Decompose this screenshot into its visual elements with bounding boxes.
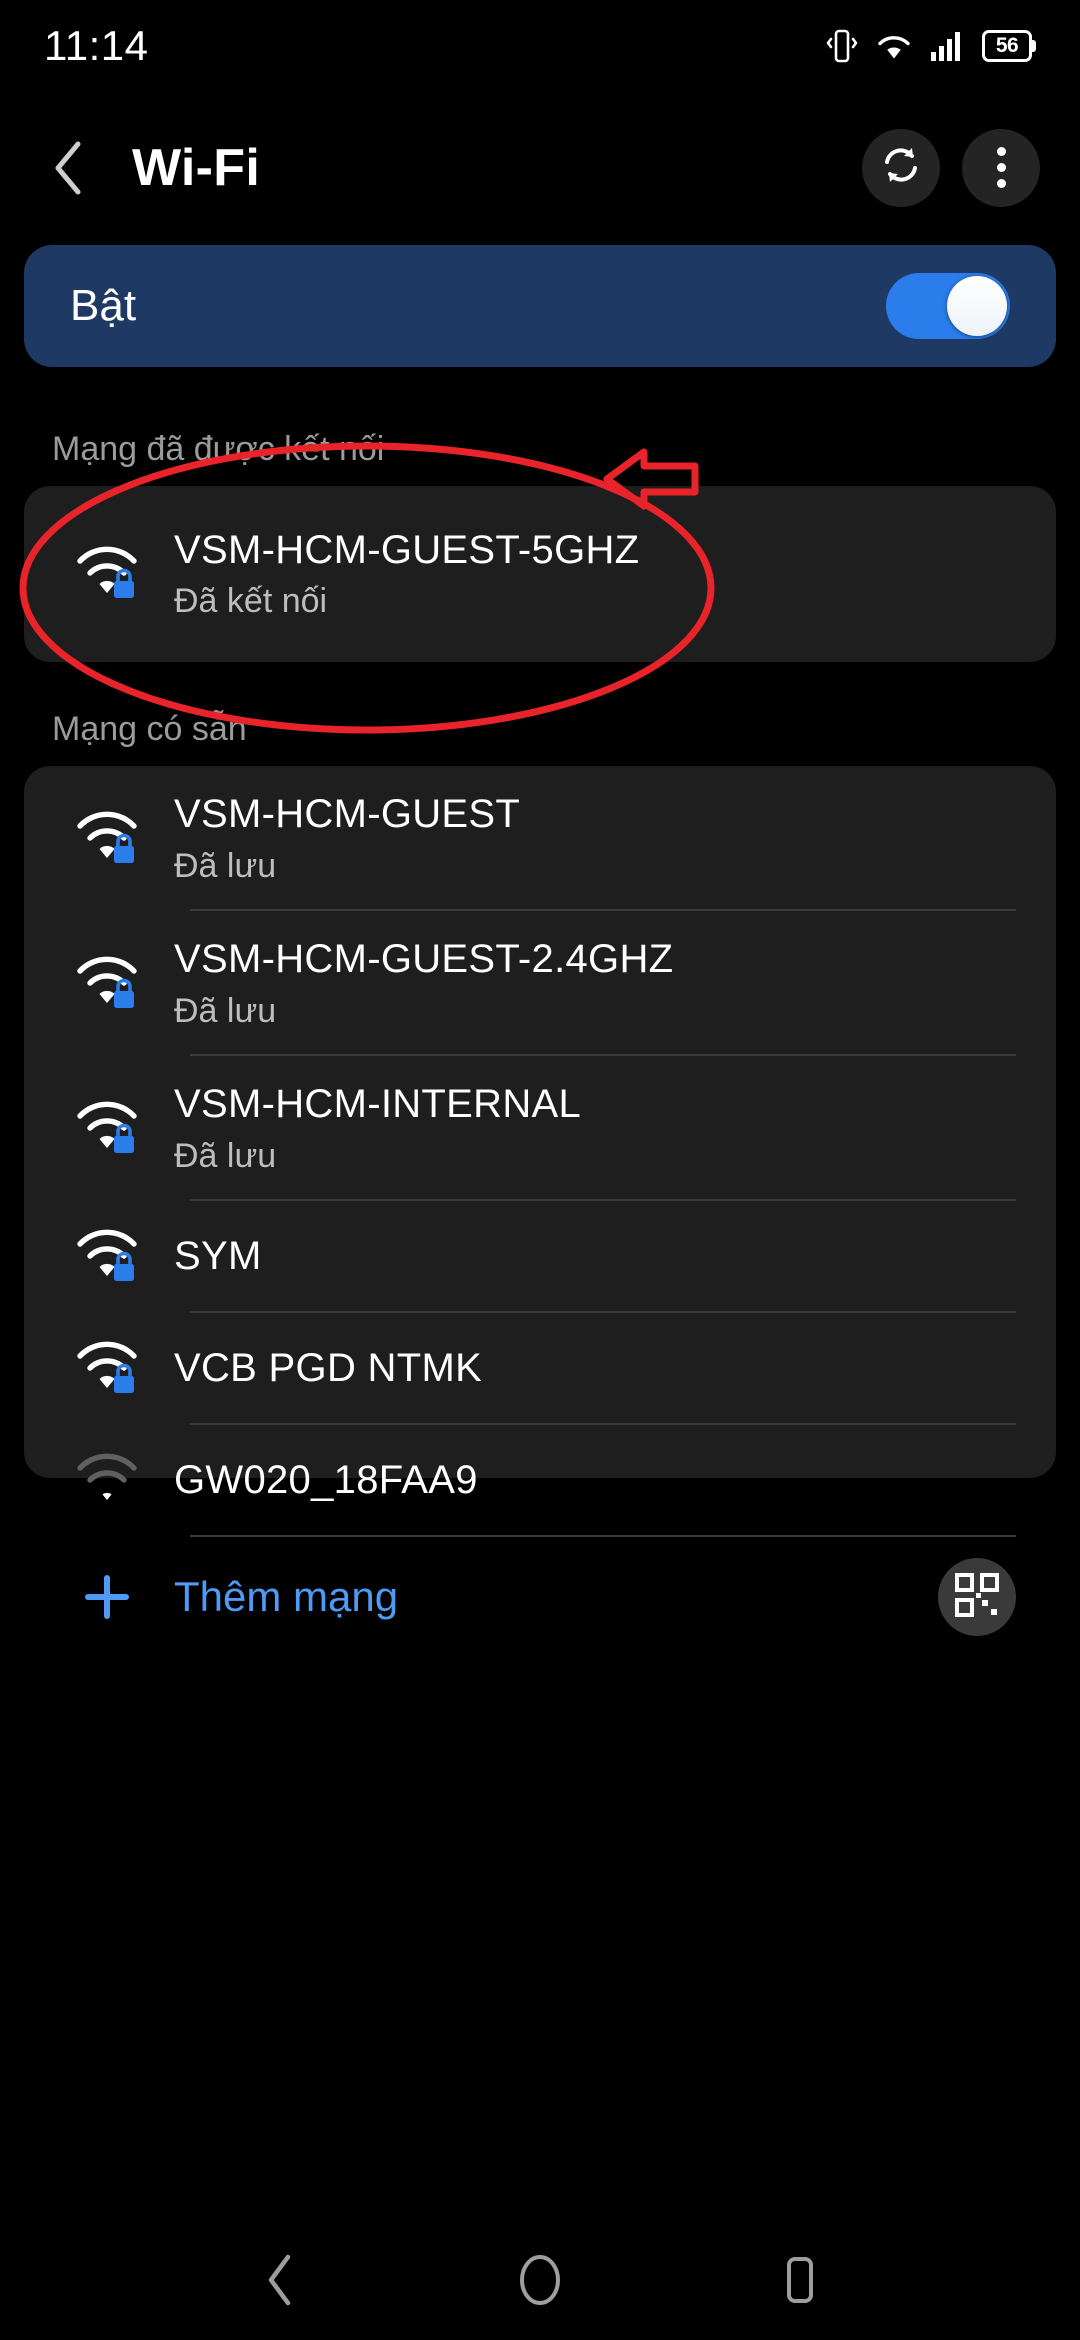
connected-network-status: Đã kết nối — [174, 582, 328, 621]
network-list-item[interactable]: VSM-HCM-INTERNAL Đã lưu — [24, 1056, 1056, 1201]
refresh-icon — [878, 142, 924, 193]
wifi-toggle-knob — [947, 276, 1007, 336]
connected-network-ssid: VSM-HCM-GUEST-5GHZ — [174, 527, 640, 572]
status-bar: 11:14 56 — [0, 0, 1080, 92]
network-item-status: Đã lưu — [174, 1136, 277, 1175]
page-title: Wi-Fi — [132, 138, 261, 197]
network-item-text: VSM-HCM-INTERNAL Đã lưu — [174, 1081, 581, 1175]
network-item-text: SYM — [174, 1233, 262, 1280]
network-item-status: Đã lưu — [174, 846, 277, 885]
cellular-signal-icon — [930, 30, 966, 62]
network-item-ssid: SYM — [174, 1234, 262, 1279]
add-network-row[interactable]: Thêm mạng — [24, 1537, 1056, 1657]
connected-network-card: VSM-HCM-GUEST-5GHZ Đã kết nối — [24, 486, 1056, 662]
qr-code-icon — [954, 1572, 1000, 1623]
wifi-secured-icon — [68, 945, 146, 1023]
network-item-ssid: VSM-HCM-GUEST — [174, 792, 521, 837]
overflow-menu-button[interactable] — [962, 128, 1040, 207]
network-item-ssid: VSM-HCM-GUEST-2.4GHZ — [174, 937, 674, 982]
connected-network-text: VSM-HCM-GUEST-5GHZ Đã kết nối — [174, 527, 639, 621]
status-bar-clock: 11:14 — [44, 22, 149, 69]
network-item-status: Đã lưu — [174, 991, 277, 1030]
network-item-text: VSM-HCM-GUEST-2.4GHZ Đã lưu — [174, 936, 673, 1030]
network-item-text: GW020_18FAA9 — [174, 1457, 478, 1504]
available-networks-card: VSM-HCM-GUEST Đã lưu VSM-HCM-GUEST-2.4GH… — [24, 766, 1056, 1636]
connected-section-header: Mạng đã được kết nối — [52, 430, 385, 468]
wifi-secured-icon — [68, 535, 146, 613]
network-item-ssid: VCB PGD NTMK — [174, 1346, 483, 1391]
home-nav-icon[interactable] — [495, 2235, 585, 2325]
wifi-secured-icon — [68, 1090, 146, 1168]
refresh-button[interactable] — [862, 128, 940, 207]
add-network-label: Thêm mạng — [174, 1573, 399, 1620]
network-item-text: VCB PGD NTMK — [174, 1345, 482, 1392]
wifi-secured-icon — [68, 1218, 146, 1296]
wifi-toggle-label: Bật — [70, 281, 137, 330]
network-list-item[interactable]: SYM — [24, 1201, 1056, 1313]
vibrate-icon — [826, 27, 858, 65]
wifi-toggle-switch[interactable] — [886, 273, 1010, 339]
available-section-header: Mạng có sẵn — [52, 710, 247, 748]
network-item-ssid: GW020_18FAA9 — [174, 1458, 478, 1503]
network-list-item[interactable]: VSM-HCM-GUEST-2.4GHZ Đã lưu — [24, 911, 1056, 1056]
battery-level-label: 56 — [995, 34, 1019, 57]
network-item-ssid: VSM-HCM-INTERNAL — [174, 1082, 582, 1127]
wifi-icon — [874, 30, 914, 62]
list-divider — [190, 1535, 1016, 1537]
app-bar: Wi-Fi — [0, 115, 1080, 220]
network-list-item[interactable]: VSM-HCM-GUEST Đã lưu — [24, 766, 1056, 911]
battery-icon: 56 — [982, 30, 1036, 62]
wifi-open-weak-icon — [68, 1442, 146, 1520]
plus-icon — [68, 1571, 146, 1623]
wifi-secured-icon — [68, 800, 146, 878]
back-chevron-icon[interactable] — [40, 140, 96, 196]
back-nav-icon[interactable] — [235, 2235, 325, 2325]
status-bar-icons: 56 — [826, 27, 1036, 65]
scan-qr-button[interactable] — [938, 1558, 1016, 1636]
network-list-item[interactable]: VCB PGD NTMK — [24, 1313, 1056, 1425]
network-list-item[interactable]: GW020_18FAA9 — [24, 1425, 1056, 1537]
network-item-text: VSM-HCM-GUEST Đã lưu — [174, 791, 520, 885]
android-navigation-bar — [0, 2220, 1080, 2340]
recents-nav-icon[interactable] — [755, 2235, 845, 2325]
wifi-secured-icon — [68, 1330, 146, 1408]
wifi-settings-screen: 11:14 56 Wi-Fi Bật Mạng đã được kết nối … — [0, 0, 1080, 2340]
wifi-toggle-card[interactable]: Bật — [24, 245, 1056, 367]
connected-network-row[interactable]: VSM-HCM-GUEST-5GHZ Đã kết nối — [24, 486, 1056, 662]
overflow-menu-icon — [996, 147, 1006, 188]
